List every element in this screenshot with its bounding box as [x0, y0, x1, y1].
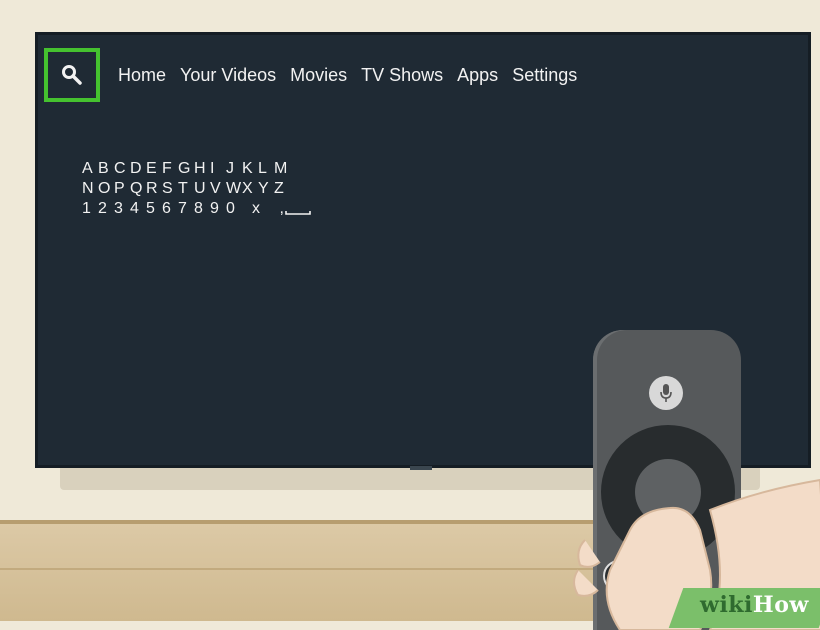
key[interactable]: V	[210, 179, 226, 199]
key[interactable]: Y	[258, 179, 274, 199]
nav-apps[interactable]: Apps	[457, 65, 498, 86]
key[interactable]: O	[98, 179, 114, 199]
key[interactable]: Q	[130, 179, 146, 199]
nav-settings[interactable]: Settings	[512, 65, 577, 86]
microphone-icon	[660, 384, 672, 402]
keyboard-row-letters-2: N O P Q R S T U V W X Y Z	[82, 179, 324, 199]
key[interactable]: X	[242, 179, 258, 199]
nav-tv-shows[interactable]: TV Shows	[361, 65, 443, 86]
nav-movies[interactable]: Movies	[290, 65, 347, 86]
keyboard-row-letters-1: A B C D E F G H I J K L M	[82, 159, 324, 179]
key[interactable]: G	[178, 159, 194, 179]
key[interactable]: E	[146, 159, 162, 179]
key[interactable]: M	[274, 159, 290, 179]
comma-key[interactable]: ,	[270, 199, 284, 225]
key[interactable]: 2	[98, 199, 114, 225]
key[interactable]: T	[178, 179, 194, 199]
keyboard-row-numbers: 1 2 3 4 5 6 7 8 9 0 x ,	[82, 199, 324, 225]
key[interactable]: 1	[82, 199, 98, 225]
key[interactable]: Z	[274, 179, 290, 199]
on-screen-keyboard: A B C D E F G H I J K L M N O P Q R S T …	[82, 159, 324, 225]
key[interactable]: F	[162, 159, 178, 179]
key[interactable]: P	[114, 179, 130, 199]
nav-your-videos[interactable]: Your Videos	[180, 65, 276, 86]
key[interactable]: S	[162, 179, 178, 199]
key[interactable]: 8	[194, 199, 210, 225]
key[interactable]: W	[226, 179, 242, 199]
key[interactable]: J	[226, 159, 242, 179]
key[interactable]: H	[194, 159, 210, 179]
key[interactable]: 9	[210, 199, 226, 225]
key[interactable]: I	[210, 159, 226, 179]
tv-logo	[410, 466, 432, 470]
key[interactable]: R	[146, 179, 162, 199]
voice-button[interactable]	[649, 376, 683, 410]
key[interactable]: 6	[162, 199, 178, 225]
key[interactable]: B	[98, 159, 114, 179]
space-key[interactable]	[284, 199, 324, 225]
wikihow-watermark: wikiHow	[700, 592, 809, 618]
key[interactable]: K	[242, 159, 258, 179]
search-icon	[62, 65, 82, 85]
key[interactable]: 5	[146, 199, 162, 225]
top-nav: Home Your Videos Movies TV Shows Apps Se…	[44, 45, 577, 105]
key[interactable]: U	[194, 179, 210, 199]
key[interactable]: 7	[178, 199, 194, 225]
key[interactable]: L	[258, 159, 274, 179]
key[interactable]: 3	[114, 199, 130, 225]
key[interactable]: 4	[130, 199, 146, 225]
search-button[interactable]	[44, 48, 100, 102]
key[interactable]: D	[130, 159, 146, 179]
space-bar-icon	[285, 211, 311, 215]
delete-key[interactable]: x	[242, 199, 270, 225]
key[interactable]: A	[82, 159, 98, 179]
key[interactable]: C	[114, 159, 130, 179]
key[interactable]: 0	[226, 199, 242, 225]
key[interactable]: N	[82, 179, 98, 199]
nav-home[interactable]: Home	[118, 65, 166, 86]
